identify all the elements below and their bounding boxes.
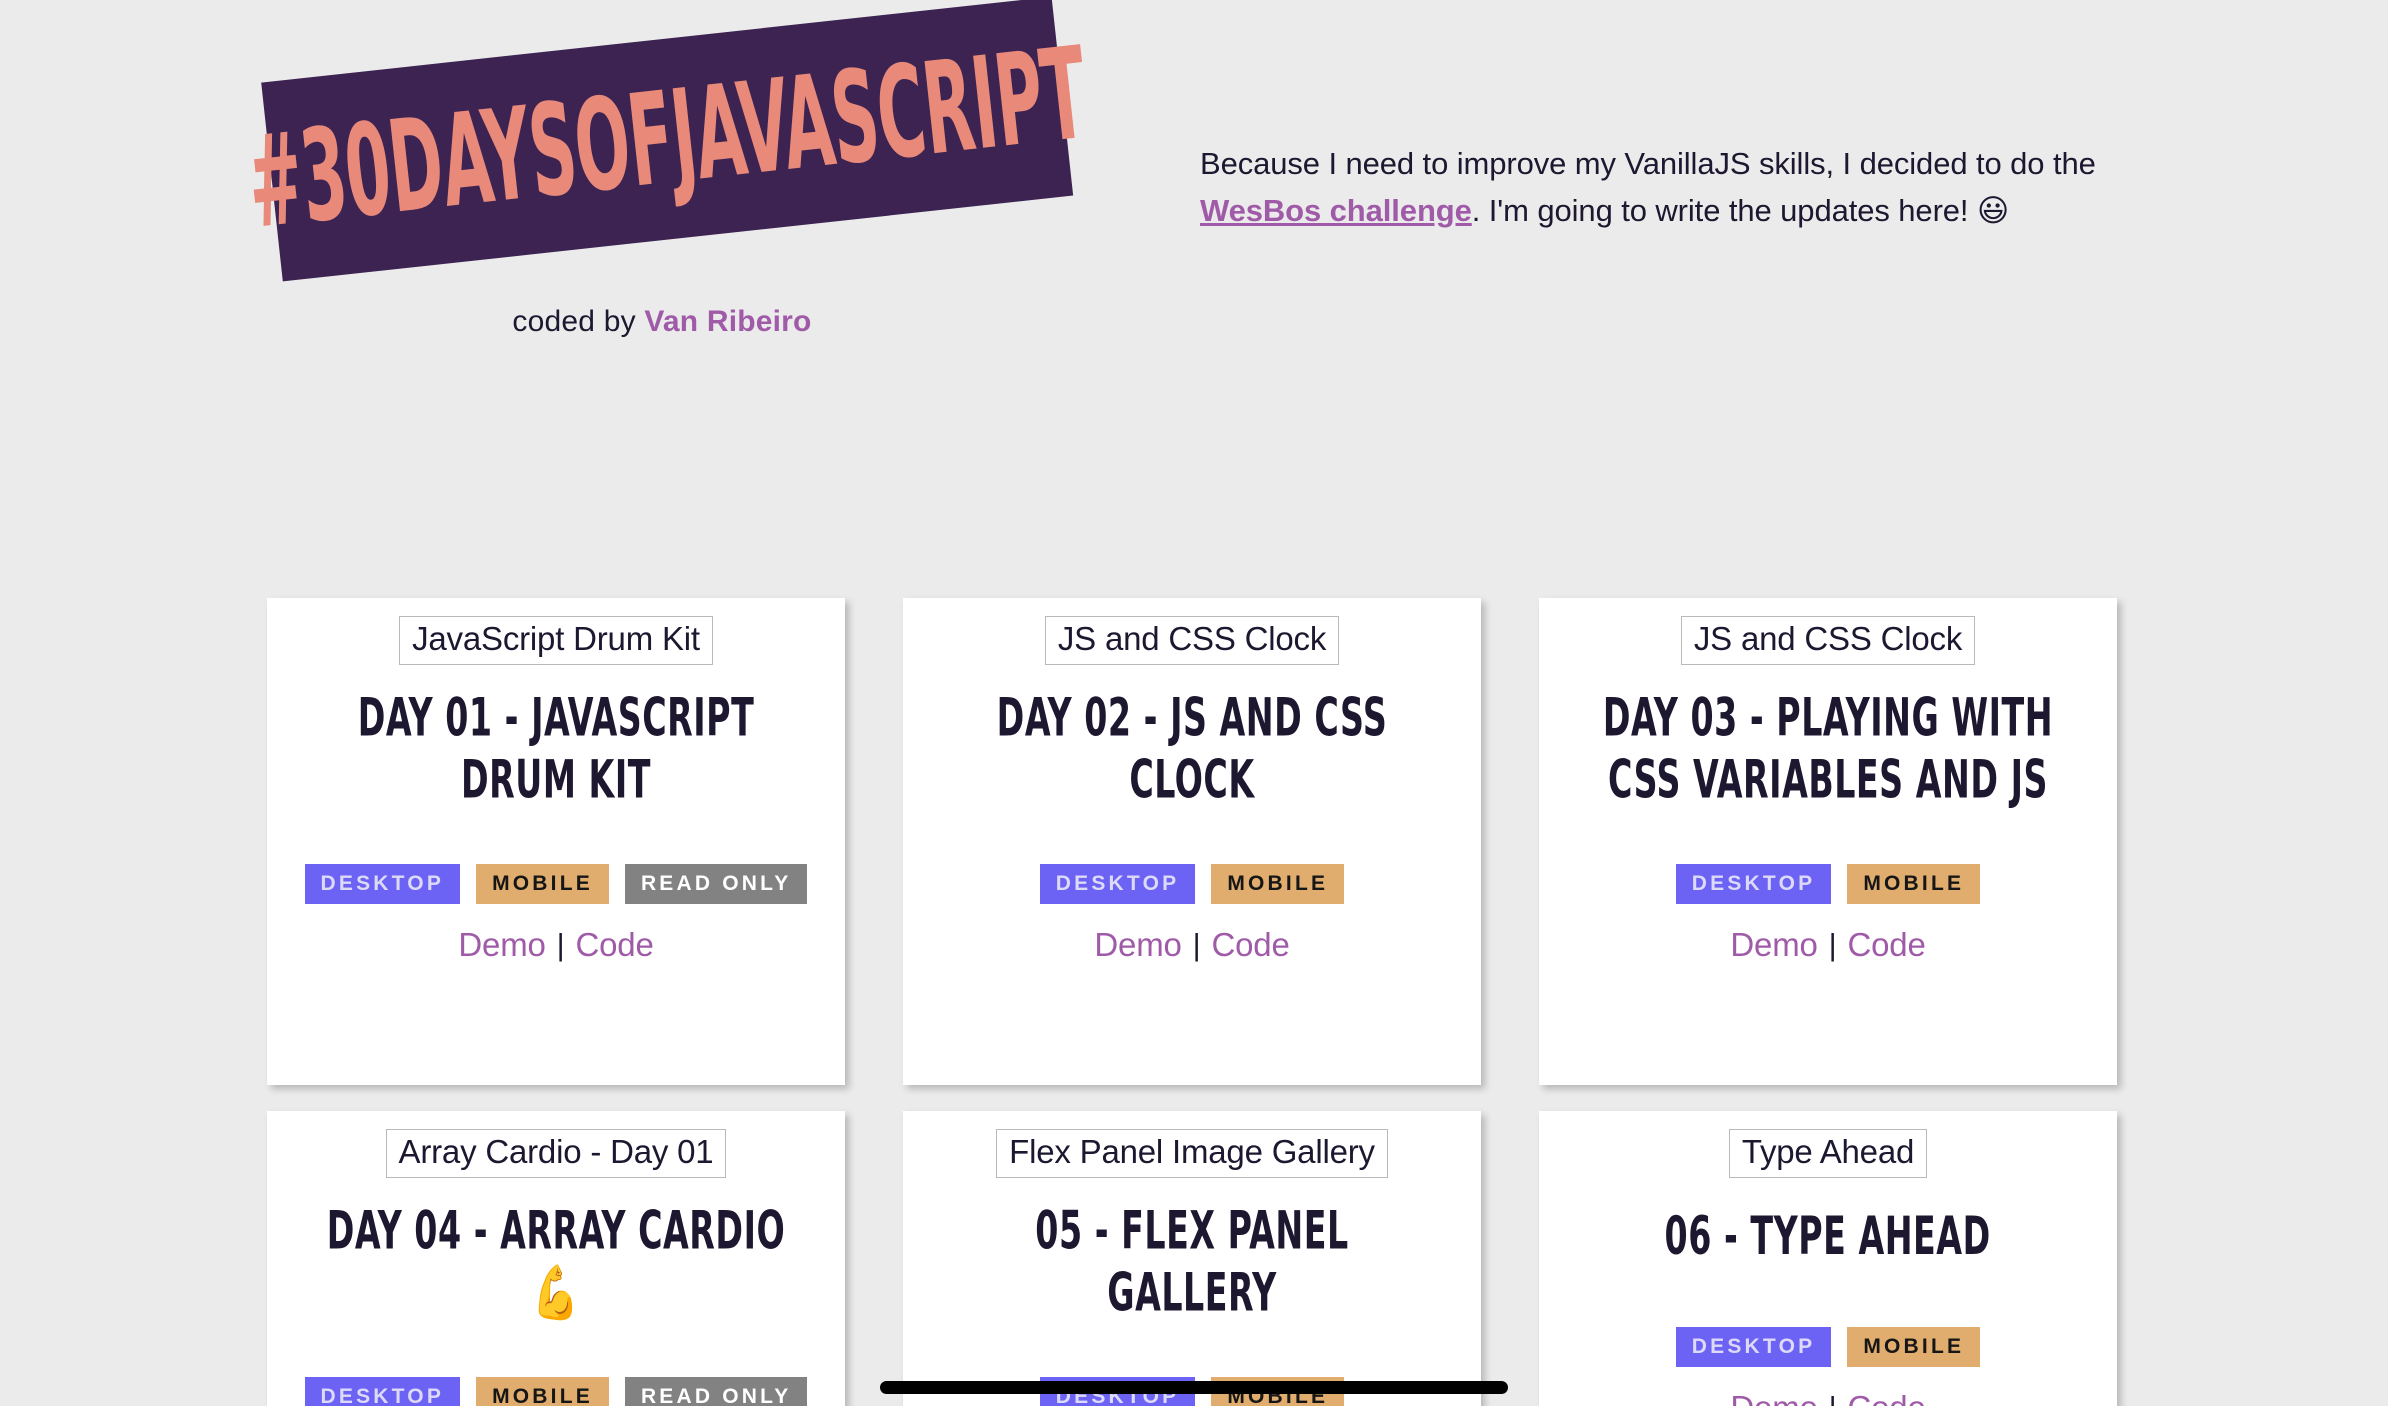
intro-text-after: . I'm going to write the updates here! xyxy=(1471,193,1977,229)
card-heading: 05 - FLEX PANEL GALLERY xyxy=(1035,1200,1349,1324)
intro-text-before: Because I need to improve my VanillaJS s… xyxy=(1200,146,2096,181)
card-link-demo[interactable]: Demo xyxy=(1094,926,1181,964)
project-card: JS and CSS Clock DAY 03 - PLAYING WITH CS… xyxy=(1539,598,2117,1085)
card-subtitle: JS and CSS Clock xyxy=(1044,616,1340,665)
brand-block: #30DAYSOFJAVASCRIPT coded by Van Ribeiro xyxy=(241,0,1093,338)
grinning-face-icon: 😃 xyxy=(1976,193,2010,230)
banner-wrap: #30DAYSOFJAVASCRIPT xyxy=(241,0,1093,300)
card-heading: DAY 04 - ARRAY CARDIO 💪 xyxy=(326,1200,786,1324)
banner-title: #30DAYSOFJAVASCRIPT xyxy=(241,19,1094,258)
card-tag-list: DESKTOP MOBILE xyxy=(1675,864,1981,905)
author-name: Van Ribeiro xyxy=(644,305,812,338)
card-subtitle: Type Ahead xyxy=(1728,1129,1928,1178)
project-card: Type Ahead 06 - TYPE AHEAD DESKTOP MOBILE De… xyxy=(1539,1111,2117,1406)
tag-mobile: MOBILE xyxy=(1847,864,1981,905)
card-link-code[interactable]: Code xyxy=(1212,926,1290,964)
tag-mobile: MOBILE xyxy=(476,864,609,905)
tag-mobile: MOBILE xyxy=(1847,1326,1981,1367)
project-card: Flex Panel Image Gallery 05 - FLEX PANEL … xyxy=(903,1111,1481,1406)
link-separator: | xyxy=(1829,1390,1837,1406)
card-tag-list: DESKTOP MOBILE xyxy=(1039,864,1345,905)
card-link-demo[interactable]: Demo xyxy=(1730,1389,1817,1406)
tag-readonly: READ ONLY xyxy=(624,1377,808,1406)
project-cards-grid: JavaScript Drum Kit DAY 01 - JAVASCRIPT D… xyxy=(267,598,2122,1406)
card-tag-list: DESKTOP MOBILE xyxy=(1039,1377,1345,1406)
card-subtitle: JS and CSS Clock xyxy=(1680,616,1976,665)
coded-by-line: coded by Van Ribeiro xyxy=(262,305,1062,339)
card-link-code[interactable]: Code xyxy=(1848,926,1926,964)
intro-paragraph: Because I need to improve my VanillaJS s… xyxy=(1200,140,2140,235)
card-links: Demo | Code xyxy=(1094,926,1289,964)
card-heading: 06 - TYPE AHEAD xyxy=(1664,1206,1992,1268)
card-subtitle: Array Cardio - Day 01 xyxy=(385,1129,727,1178)
tag-desktop: DESKTOP xyxy=(304,864,461,905)
card-link-demo[interactable]: Demo xyxy=(1730,926,1817,964)
coded-by-label: coded by xyxy=(512,305,645,338)
card-link-code[interactable]: Code xyxy=(576,926,654,964)
card-links: Demo | Code xyxy=(1730,926,1925,964)
card-heading: DAY 02 - JS AND CSS CLOCK xyxy=(996,687,1388,811)
tag-readonly: READ ONLY xyxy=(624,864,808,905)
link-separator: | xyxy=(556,927,565,963)
tag-mobile: MOBILE xyxy=(1211,864,1345,905)
card-tag-list: DESKTOP MOBILE READ ONLY xyxy=(304,1377,808,1406)
card-heading: DAY 03 - PLAYING WITH CSS VARIABLES AND … xyxy=(1602,687,2054,811)
tag-mobile: MOBILE xyxy=(476,1377,609,1406)
card-heading: DAY 01 - JAVASCRIPT DRUM KIT xyxy=(357,687,755,811)
card-link-code[interactable]: Code xyxy=(1848,1389,1926,1406)
page-header: #30DAYSOFJAVASCRIPT coded by Van Ribeiro… xyxy=(0,0,2388,400)
tag-desktop: DESKTOP xyxy=(304,1377,461,1406)
card-subtitle: Flex Panel Image Gallery xyxy=(996,1129,1388,1178)
project-card: JavaScript Drum Kit DAY 01 - JAVASCRIPT D… xyxy=(267,598,845,1085)
link-separator: | xyxy=(1192,927,1201,963)
link-separator: | xyxy=(1828,927,1837,963)
tag-desktop: DESKTOP xyxy=(1675,864,1832,905)
project-card: JS and CSS Clock DAY 02 - JS AND CSS CLOC… xyxy=(903,598,1481,1085)
tag-desktop: DESKTOP xyxy=(1675,1326,1832,1367)
card-links: Demo | Code xyxy=(1730,1389,1925,1406)
tag-desktop: DESKTOP xyxy=(1039,864,1196,905)
project-card: Array Cardio - Day 01 DAY 04 - ARRAY CARD… xyxy=(267,1111,845,1406)
card-tag-list: DESKTOP MOBILE READ ONLY xyxy=(304,864,808,905)
card-tag-list: DESKTOP MOBILE xyxy=(1675,1326,1981,1367)
card-subtitle: JavaScript Drum Kit xyxy=(399,616,713,665)
card-link-demo[interactable]: Demo xyxy=(458,926,545,964)
tag-mobile: MOBILE xyxy=(1211,1377,1345,1406)
card-links: Demo | Code xyxy=(458,926,653,964)
wesbos-challenge-link[interactable]: WesBos challenge xyxy=(1200,193,1472,228)
site-banner: #30DAYSOFJAVASCRIPT xyxy=(241,0,1093,282)
tag-desktop: DESKTOP xyxy=(1039,1377,1196,1406)
